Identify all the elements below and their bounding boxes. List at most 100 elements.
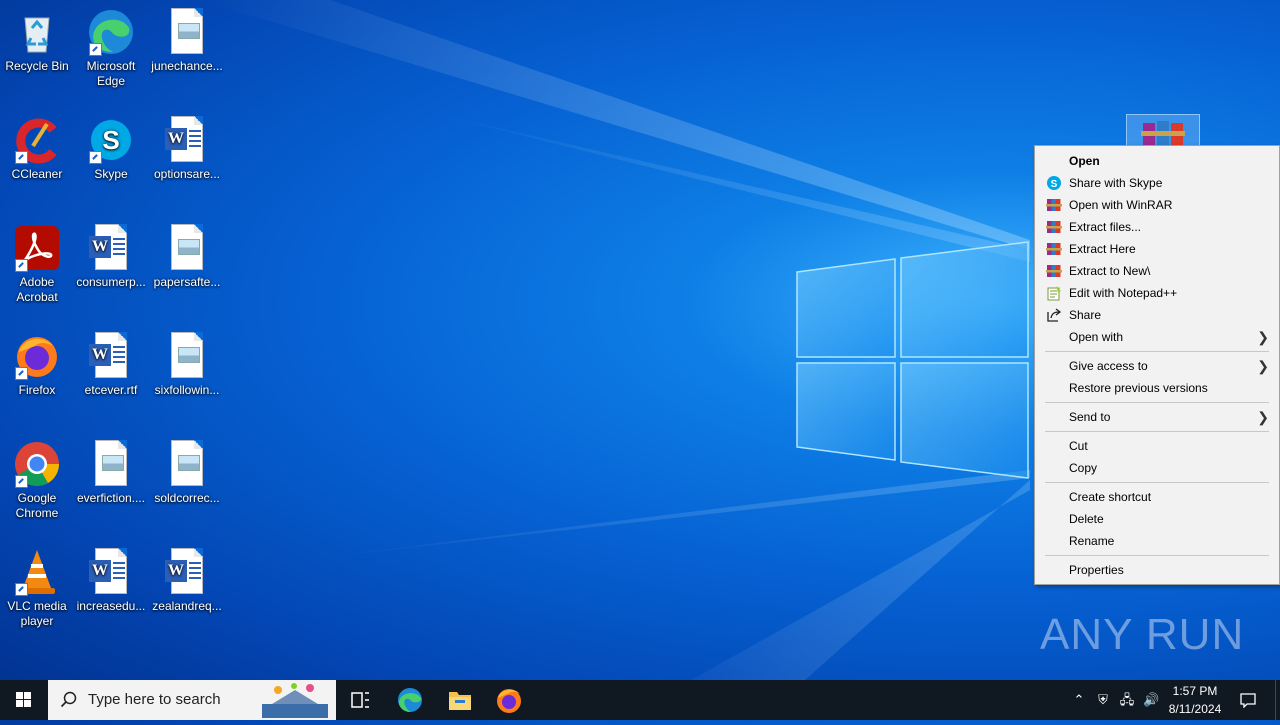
menu-item-rename[interactable]: Rename (1037, 530, 1277, 552)
volume-icon[interactable]: 🔊 (1143, 692, 1159, 708)
image-file-icon (163, 224, 211, 272)
desktop-icon-recycle-bin[interactable]: Recycle Bin (0, 4, 74, 74)
menu-item-open-with[interactable]: Open with ❯ (1037, 326, 1277, 348)
image-file-icon (87, 440, 135, 488)
desktop-icon-label: Microsoft Edge (86, 59, 136, 88)
taskbar-search-input[interactable]: Type here to search (48, 680, 336, 720)
taskbar-file-explorer-button[interactable] (436, 680, 484, 720)
menu-separator (1045, 555, 1269, 556)
clock-time[interactable]: 1:57 PM (1162, 684, 1228, 698)
menu-item-extract-here[interactable]: Extract Here (1037, 238, 1277, 260)
selected-archive-file[interactable] (1126, 114, 1200, 148)
desktop-icon-label: papersafte... (153, 275, 221, 289)
skype-icon: S (87, 116, 135, 164)
taskbar-edge-button[interactable] (386, 680, 434, 720)
show-desktop-button[interactable] (1275, 680, 1280, 720)
menu-item-edit-with-notepadpp[interactable]: Edit with Notepad++ (1037, 282, 1277, 304)
desktop-icon-label: increasedu... (76, 599, 146, 613)
menu-item-give-access-to[interactable]: Give access to ❯ (1037, 355, 1277, 377)
desktop-icon-etcever[interactable]: W etcever.rtf (74, 328, 148, 398)
desktop-icon-everfiction[interactable]: everfiction.... (74, 436, 148, 506)
svg-text:S: S (1051, 179, 1058, 190)
image-file-icon (163, 332, 211, 380)
desktop-icon-adobe-acrobat[interactable]: Adobe Acrobat (0, 220, 74, 305)
desktop-icon-label: VLC media player (7, 599, 67, 628)
menu-item-open-with-winrar[interactable]: Open with WinRAR (1037, 194, 1277, 216)
desktop-icon-papersafte[interactable]: papersafte... (150, 220, 224, 290)
winrar-icon (1046, 221, 1062, 233)
menu-item-label: Cut (1069, 439, 1088, 453)
desktop-icon-label: everfiction.... (76, 491, 146, 505)
menu-item-create-shortcut[interactable]: Create shortcut (1037, 486, 1277, 508)
desktop-icon-label: Recycle Bin (5, 59, 69, 73)
desktop-icon-consumerp[interactable]: W consumerp... (74, 220, 148, 290)
menu-item-share[interactable]: Share (1037, 304, 1277, 326)
desktop-icon-ccleaner[interactable]: CCleaner (0, 112, 74, 182)
desktop-icon-firefox[interactable]: Firefox (0, 328, 74, 398)
menu-item-label: Create shortcut (1069, 490, 1152, 504)
desktop-icon-increasedu[interactable]: W increasedu... (74, 544, 148, 614)
chrome-icon (13, 440, 61, 488)
svg-text:S: S (102, 125, 119, 155)
desktop-icon-zealandreq[interactable]: W zealandreq... (150, 544, 224, 614)
folder-icon (449, 692, 471, 710)
network-icon[interactable]: 🖧 (1119, 692, 1135, 708)
image-file-icon (163, 440, 211, 488)
shortcut-arrow-icon (15, 151, 28, 164)
task-view-button[interactable] (336, 680, 384, 720)
menu-item-cut[interactable]: Cut (1037, 435, 1277, 457)
desktop-icon-vlc[interactable]: VLC media player (0, 544, 74, 629)
chevron-right-icon: ❯ (1257, 409, 1269, 425)
desktop-icon-google-chrome[interactable]: Google Chrome (0, 436, 74, 521)
desktop-icon-label: Adobe Acrobat (16, 275, 58, 304)
menu-item-restore-previous-versions[interactable]: Restore previous versions (1037, 377, 1277, 399)
desktop-icon-label: junechance... (151, 59, 223, 73)
menu-item-label: Open with (1069, 330, 1124, 344)
search-placeholder: Type here to search (88, 691, 221, 708)
menu-item-properties[interactable]: Properties (1037, 559, 1277, 581)
menu-separator (1045, 431, 1269, 432)
desktop-icon-optionsare[interactable]: W optionsare... (150, 112, 224, 182)
menu-item-send-to[interactable]: Send to ❯ (1037, 406, 1277, 428)
shortcut-arrow-icon (15, 475, 28, 488)
menu-item-extract-files[interactable]: Extract files... (1037, 216, 1277, 238)
desktop-icon-label: Skype (94, 167, 128, 181)
defender-icon[interactable]: ⛨ (1095, 692, 1111, 708)
search-icon (60, 691, 77, 708)
menu-item-label: Share (1069, 308, 1102, 322)
menu-item-delete[interactable]: Delete (1037, 508, 1277, 530)
image-file-icon (163, 8, 211, 56)
winrar-icon (1046, 199, 1062, 211)
shortcut-arrow-icon (89, 151, 102, 164)
menu-item-label: Extract files... (1069, 220, 1142, 234)
menu-item-label: Delete (1069, 512, 1104, 526)
chevron-up-icon[interactable]: ⌃ (1071, 692, 1087, 708)
menu-item-extract-to-new[interactable]: Extract to New\ (1037, 260, 1277, 282)
menu-item-open[interactable]: Open (1037, 150, 1277, 172)
menu-separator (1045, 351, 1269, 352)
menu-item-share-with-skype[interactable]: S Share with Skype (1037, 172, 1277, 194)
desktop-icon-sixfollowin[interactable]: sixfollowin... (150, 328, 224, 398)
desktop-icon-soldcorrec[interactable]: soldcorrec... (150, 436, 224, 506)
clock-date[interactable]: 8/11/2024 (1162, 702, 1228, 716)
shortcut-arrow-icon (15, 583, 28, 596)
menu-item-label: Open (1069, 154, 1100, 168)
start-button[interactable] (0, 680, 48, 720)
menu-item-label: Extract Here (1069, 242, 1136, 256)
menu-item-label: Properties (1069, 563, 1124, 577)
menu-item-label: Rename (1069, 534, 1115, 548)
taskbar-firefox-button[interactable] (485, 680, 533, 720)
desktop-icon-junechance[interactable]: junechance... (150, 4, 224, 74)
desktop-icon-microsoft-edge[interactable]: Microsoft Edge (74, 4, 148, 89)
menu-separator (1045, 402, 1269, 403)
winrar-archive-icon (1141, 121, 1185, 145)
notifications-icon[interactable] (1239, 692, 1257, 709)
recycle-bin-icon (13, 8, 61, 56)
menu-item-label: Extract to New\ (1069, 264, 1151, 278)
desktop-icon-label: consumerp... (76, 275, 146, 289)
desktop-icon-label: zealandreq... (152, 599, 222, 613)
desktop-icon-skype[interactable]: S Skype (74, 112, 148, 182)
word-file-icon: W (163, 116, 211, 164)
menu-item-copy[interactable]: Copy (1037, 457, 1277, 479)
word-file-icon: W (87, 332, 135, 380)
